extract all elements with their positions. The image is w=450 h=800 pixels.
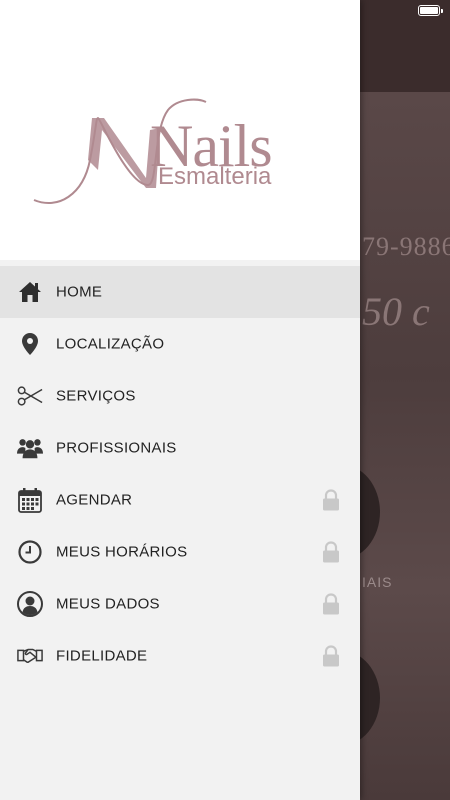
menu-item-label: PROFISSIONAIS [56, 439, 177, 457]
menu-item-localizacao[interactable]: LOCALIZAÇÃO [0, 318, 360, 370]
menu-item-label: HOME [56, 283, 103, 301]
handshake-icon [17, 643, 43, 669]
lock-icon [323, 541, 339, 563]
menu-item-label: MEUS DADOS [56, 595, 160, 613]
home-icon [17, 279, 43, 305]
menu-item-servicos[interactable]: SERVIÇOS [0, 370, 360, 422]
menu-item-label: MEUS HORÁRIOS [56, 543, 188, 561]
navigation-drawer: Nails Esmalteria HOME LOCALIZAÇÃO SERVIÇ… [0, 0, 360, 800]
menu-item-meus-horarios[interactable]: MEUS HORÁRIOS [0, 526, 360, 578]
menu-item-fidelidade[interactable]: FIDELIDADE [0, 630, 360, 682]
menu-item-agendar[interactable]: AGENDAR [0, 474, 360, 526]
menu-item-home[interactable]: HOME [0, 266, 360, 318]
location-pin-icon [17, 331, 43, 357]
lock-icon [323, 645, 339, 667]
battery-icon [418, 5, 443, 16]
background-phone-text: 79-9886 [362, 232, 450, 261]
menu-item-label: FIDELIDADE [56, 647, 148, 665]
drawer-menu: HOME LOCALIZAÇÃO SERVIÇOS PROFISSIONAIS [0, 266, 360, 682]
lock-icon [323, 593, 339, 615]
menu-item-meus-dados[interactable]: MEUS DADOS [0, 578, 360, 630]
logo-subtitle-text: Esmalteria [158, 163, 272, 190]
clock-icon [17, 539, 43, 565]
calendar-icon [17, 487, 43, 513]
scissors-icon [17, 383, 43, 409]
people-icon [17, 435, 43, 461]
menu-item-label: SERVIÇOS [56, 387, 136, 405]
user-icon [17, 591, 43, 617]
menu-item-label: AGENDAR [56, 491, 133, 509]
menu-item-label: LOCALIZAÇÃO [56, 335, 165, 353]
background-label: IAIS [362, 574, 393, 590]
menu-item-profissionais[interactable]: PROFISSIONAIS [0, 422, 360, 474]
lock-icon [323, 489, 339, 511]
background-price-text: 50 c [362, 289, 430, 334]
drawer-header: Nails Esmalteria [0, 0, 360, 260]
